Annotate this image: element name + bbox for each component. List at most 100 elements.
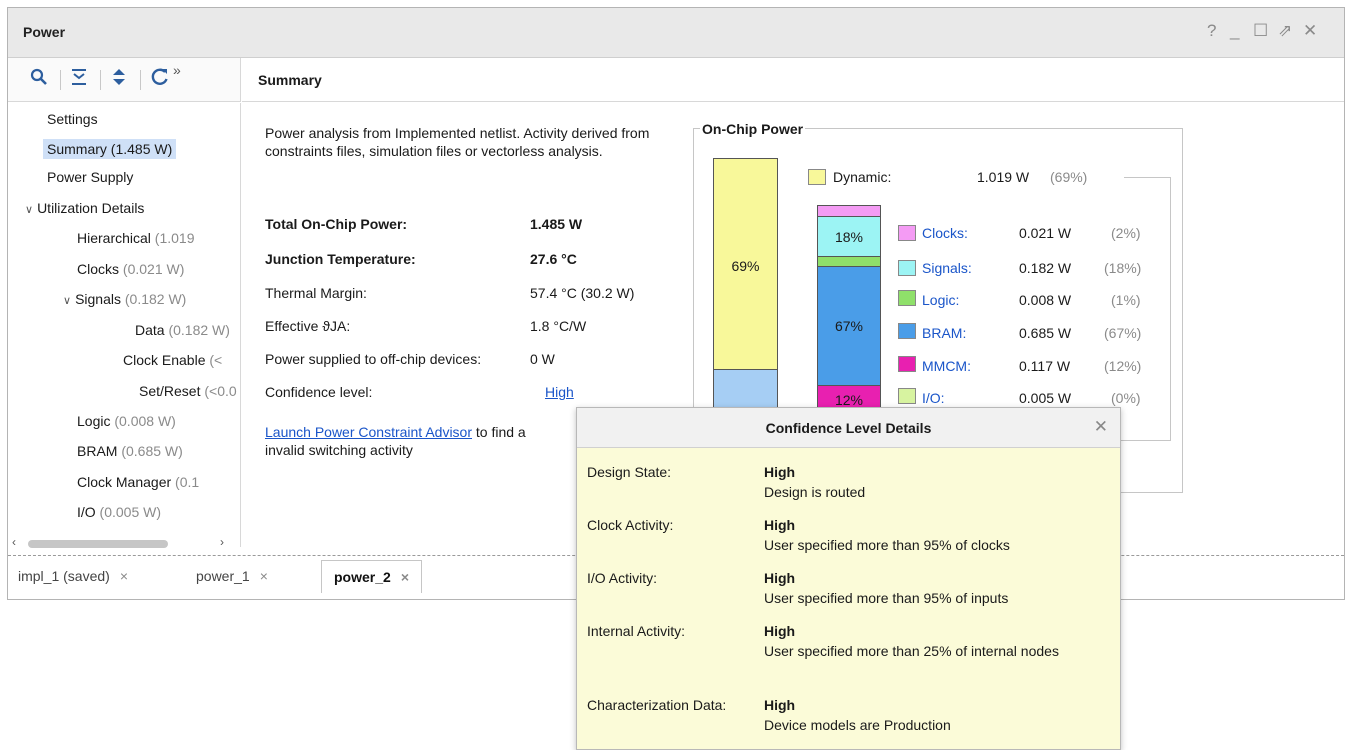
tree-item-utilization-details[interactable]: ∨ Utilization Details — [25, 200, 144, 216]
tree-item-clock-enable[interactable]: Clock Enable (< — [123, 352, 222, 368]
power-analysis-description: Power analysis from Implemented netlist.… — [265, 125, 650, 159]
clock-activity-desc: User specified more than 95% of clocks — [764, 537, 1010, 553]
more-icon[interactable]: » — [173, 62, 181, 78]
mmcm-legend-link[interactable]: MMCM: — [922, 358, 971, 374]
tree-item-data[interactable]: Data (0.182 W) — [135, 322, 230, 338]
io-legend-link[interactable]: I/O: — [922, 390, 945, 406]
logic-watts: 0.008 W — [1019, 292, 1072, 308]
io-activity-desc: User specified more than 95% of inputs — [764, 590, 1009, 606]
close-tab-icon[interactable]: × — [401, 569, 409, 585]
confidence-level-link[interactable]: High — [545, 384, 574, 400]
signals-legend-link[interactable]: Signals: — [922, 260, 972, 276]
scrollbar-thumb[interactable] — [28, 540, 168, 548]
tree-item-logic[interactable]: Logic (0.008 W) — [77, 413, 176, 429]
advisor-text: Launch Power Constraint Advisor to find … — [265, 423, 526, 459]
signals-watts: 0.182 W — [1019, 260, 1072, 276]
bram-segment-label: 67% — [834, 318, 864, 334]
window-title: Power — [23, 24, 66, 40]
close-tab-icon[interactable]: × — [120, 568, 128, 584]
tree-item-bram[interactable]: BRAM (0.685 W) — [77, 443, 183, 459]
maximize-icon[interactable]: ☐ — [1253, 21, 1268, 41]
junction-temp-label: Junction Temperature: — [265, 251, 416, 267]
mmcm-segment-label: 12% — [834, 392, 864, 408]
internal-activity-label: Internal Activity: — [587, 623, 686, 639]
tree-item-set-reset[interactable]: Set/Reset (<0.0 — [139, 383, 237, 399]
tree-item-summary[interactable]: Summary (1.485 W) — [43, 139, 177, 159]
io-watts: 0.005 W — [1019, 390, 1072, 406]
tree-horizontal-scrollbar[interactable]: ‹ › — [8, 535, 241, 550]
search-icon[interactable] — [30, 68, 48, 92]
logic-pct: (1%) — [1111, 292, 1141, 308]
advisor-text-2: invalid switching activity — [265, 442, 413, 458]
io-activity-value: High — [764, 570, 796, 586]
tree-item-label: Set/Reset — [139, 383, 201, 399]
tree-item-value: (0.182 W) — [120, 291, 187, 307]
help-icon[interactable]: ? — [1207, 21, 1216, 41]
mmcm-pct: (12%) — [1104, 358, 1142, 374]
internal-activity-desc: User specified more than 25% of internal… — [764, 643, 1059, 659]
bram-legend-link[interactable]: BRAM: — [922, 325, 966, 341]
confidence-details-popup: Confidence Level Details ✕ Design State:… — [576, 407, 1121, 750]
junction-temp-value: 27.6 °C — [530, 251, 577, 267]
tab-power-2[interactable]: power_2 × — [321, 560, 422, 593]
clock-activity-label: Clock Activity: — [587, 517, 674, 533]
tab-impl-1[interactable]: impl_1 (saved) × — [18, 568, 128, 584]
clocks-legend-link[interactable]: Clocks: — [922, 225, 968, 241]
tree-item-value: (1.019 — [150, 230, 195, 246]
signals-swatch — [898, 260, 916, 276]
design-state-value: High — [764, 464, 796, 480]
tree-item-hierarchical[interactable]: Hierarchical (1.019 — [77, 230, 195, 246]
design-state-desc: Design is routed — [764, 484, 866, 500]
tree-item-label: Hierarchical — [77, 230, 151, 246]
float-icon[interactable]: ⇗ — [1278, 21, 1292, 41]
tree-item-label: Clock Manager — [77, 474, 172, 490]
effective-theta-value: 1.8 °C/W — [530, 318, 587, 334]
close-tab-icon[interactable]: × — [260, 568, 268, 584]
signals-pct: (18%) — [1104, 260, 1142, 276]
confidence-level-label: Confidence level: — [265, 384, 373, 400]
tree-item-label: Data — [135, 322, 165, 338]
onchip-power-title: On-Chip Power — [700, 121, 806, 137]
tree-item-label: BRAM — [77, 443, 118, 459]
tree-item-label: Power Supply — [47, 169, 134, 185]
expand-all-icon[interactable] — [110, 68, 128, 92]
design-state-label: Design State: — [587, 464, 672, 480]
tree-item-signals[interactable]: ∨ Signals (0.182 W) — [63, 291, 186, 307]
chevron-down-icon[interactable]: ∨ — [63, 295, 71, 307]
scroll-left-icon[interactable]: ‹ — [12, 535, 16, 549]
tree-toolbar: » — [8, 58, 241, 102]
collapse-all-icon[interactable] — [70, 68, 88, 92]
bram-pct: (67%) — [1104, 325, 1142, 341]
total-power-label: Total On-Chip Power: — [265, 216, 408, 232]
tree-item-value: (0.008 W) — [110, 413, 176, 429]
tree-item-io[interactable]: I/O (0.005 W) — [77, 504, 161, 520]
minimize-icon[interactable]: _ — [1230, 21, 1239, 41]
title-bar: Power ? _ ☐ ⇗ ✕ — [8, 8, 1344, 58]
tree-item-value: (< — [205, 352, 223, 368]
mmcm-watts: 0.117 W — [1019, 358, 1071, 374]
tree-item-clock-manager[interactable]: Clock Manager (0.1 — [77, 474, 199, 490]
close-icon[interactable]: ✕ — [1094, 417, 1108, 437]
chevron-down-icon[interactable]: ∨ — [25, 204, 33, 216]
tree-item-power-supply[interactable]: Power Supply — [47, 169, 133, 185]
refresh-icon[interactable] — [151, 68, 169, 92]
breakdown-connector — [1124, 177, 1170, 178]
tab-label: power_2 — [334, 569, 391, 585]
tab-power-1[interactable]: power_1 × — [196, 568, 268, 584]
tree-item-settings[interactable]: Settings — [47, 111, 98, 127]
scroll-right-icon[interactable]: › — [220, 535, 224, 549]
tree-item-label: Settings — [47, 111, 98, 127]
tab-label: power_1 — [196, 568, 250, 584]
total-power-value: 1.485 W — [530, 216, 583, 232]
tree-item-label: Clocks — [77, 261, 120, 277]
tree-item-label: Signals — [75, 291, 121, 307]
mmcm-swatch — [898, 356, 916, 372]
close-icon[interactable]: ✕ — [1303, 21, 1317, 41]
launch-advisor-link[interactable]: Launch Power Constraint Advisor — [265, 424, 472, 440]
tree-item-label: Clock Enable — [123, 352, 206, 368]
tree-item-label: Summary (1.485 W) — [47, 141, 173, 157]
offchip-power-label: Power supplied to off-chip devices: — [265, 351, 482, 367]
logic-legend-link[interactable]: Logic: — [922, 292, 959, 308]
tree-item-clocks[interactable]: Clocks (0.021 W) — [77, 261, 184, 277]
characterization-data-label: Characterization Data: — [587, 697, 727, 713]
